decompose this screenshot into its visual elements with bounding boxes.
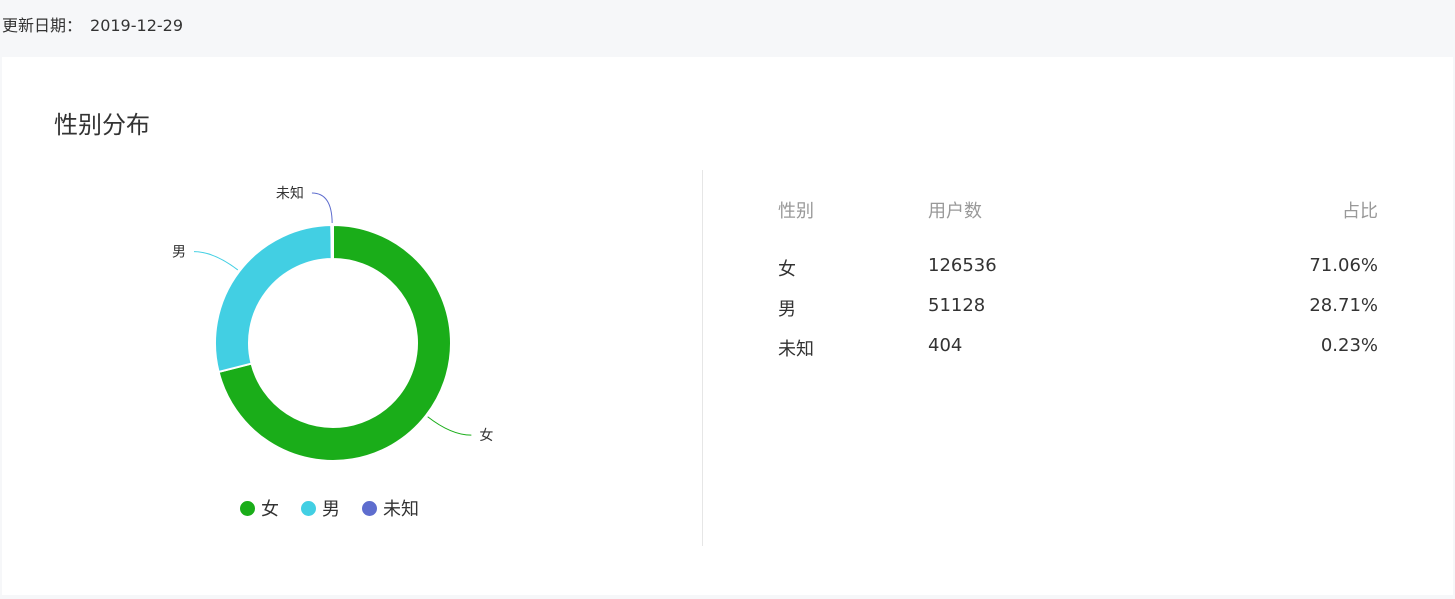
legend-label-male: 男 (322, 499, 340, 520)
table-header-row: 性别 用户数 占比 (778, 197, 1378, 255)
cell-gender: 未知 (778, 339, 814, 360)
legend-dot-male (301, 500, 316, 516)
gender-stats-table: 性别 用户数 占比 女 126536 71.06% 男 51128 28.71%… (778, 197, 1378, 375)
slice-label-male: 男 (172, 245, 186, 261)
update-date-bar: 更新日期： 2019-12-29 (2, 12, 183, 36)
legend-item-female[interactable]: 女 (240, 495, 279, 521)
legend-dot-female (240, 500, 255, 516)
leader-line-male (193, 251, 239, 271)
update-date-label: 更新日期： (2, 16, 83, 35)
leader-line-unknown (311, 192, 333, 224)
cell-count: 126536 (928, 255, 997, 276)
leader-line-female (427, 416, 472, 436)
vertical-divider (702, 170, 703, 546)
header-ratio: 占比 (1342, 201, 1378, 222)
cell-gender: 女 (778, 259, 796, 280)
gender-distribution-card: 性别分布 女男未知 女 男 未知 性别 用户数 占比 女 126536 71.0… (2, 57, 1453, 595)
slice-label-unknown: 未知 (276, 185, 304, 202)
header-gender: 性别 (778, 201, 814, 222)
legend-item-male[interactable]: 男 (301, 495, 340, 521)
update-date-value: 2019-12-29 (90, 16, 183, 35)
donut-slice-unknown[interactable] (330, 223, 334, 261)
legend-label-unknown: 未知 (383, 499, 419, 520)
donut-slice-male[interactable] (214, 223, 333, 374)
cell-gender: 男 (778, 299, 796, 320)
legend-dot-unknown (362, 500, 377, 516)
cell-count: 404 (928, 335, 963, 356)
table-row: 女 126536 71.06% (778, 255, 1378, 295)
table-row: 男 51128 28.71% (778, 295, 1378, 335)
legend-label-female: 女 (261, 499, 279, 520)
cell-ratio: 0.23% (1320, 335, 1378, 356)
cell-count: 51128 (928, 295, 986, 316)
cell-ratio: 71.06% (1309, 255, 1378, 276)
cell-ratio: 28.71% (1309, 295, 1378, 316)
header-user-count: 用户数 (928, 201, 982, 222)
chart-legend: 女 男 未知 (240, 495, 441, 521)
table-row: 未知 404 0.23% (778, 335, 1378, 375)
slice-label-female: 女 (479, 427, 493, 444)
legend-item-unknown[interactable]: 未知 (362, 495, 419, 521)
